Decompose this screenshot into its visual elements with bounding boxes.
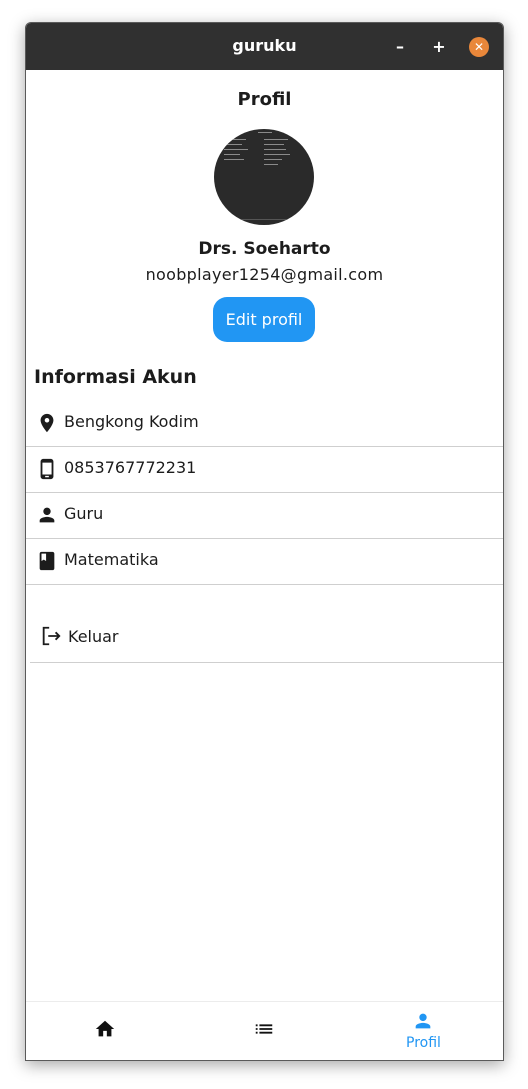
person-icon — [39, 507, 55, 523]
nav-home[interactable] — [26, 1002, 185, 1060]
account-row-role: Guru — [26, 492, 503, 539]
title-bar[interactable]: guruku – + ✕ — [26, 23, 503, 70]
account-row-address: Bengkong Kodim — [26, 400, 503, 447]
logout-label: Keluar — [68, 627, 119, 646]
home-icon — [95, 1020, 115, 1037]
avatar — [214, 129, 314, 225]
account-phone: 0853767772231 — [64, 458, 197, 477]
app-window: guruku – + ✕ Profil Drs. Soeharto noobpl… — [25, 22, 504, 1061]
account-row-subject: Matematika — [26, 538, 503, 585]
location-pin-icon — [40, 413, 54, 433]
minimize-button[interactable]: – — [390, 37, 410, 57]
close-button[interactable]: ✕ — [469, 37, 489, 57]
account-subject: Matematika — [64, 550, 159, 569]
bottom-navigation: Profil — [26, 1001, 503, 1060]
phone-icon — [40, 458, 54, 480]
account-address: Bengkong Kodim — [64, 412, 199, 431]
profile-name: Drs. Soeharto — [198, 239, 331, 259]
list-icon — [255, 1024, 273, 1034]
account-role: Guru — [64, 504, 104, 523]
edit-profile-button[interactable]: Edit profil — [213, 297, 315, 342]
logout-button[interactable]: Keluar — [30, 607, 503, 663]
book-icon — [39, 551, 55, 571]
profile-email: noobplayer1254@gmail.com — [145, 265, 384, 284]
nav-profile[interactable]: Profil — [344, 1002, 503, 1060]
account-info-heading: Informasi Akun — [34, 366, 197, 388]
maximize-button[interactable]: + — [429, 37, 449, 57]
account-row-phone: 0853767772231 — [26, 446, 503, 493]
logout-icon — [42, 626, 61, 646]
person-icon — [415, 1013, 431, 1029]
nav-profile-label: Profil — [406, 1035, 441, 1051]
nav-list[interactable] — [185, 1002, 344, 1060]
page-title: Profil — [237, 89, 292, 110]
